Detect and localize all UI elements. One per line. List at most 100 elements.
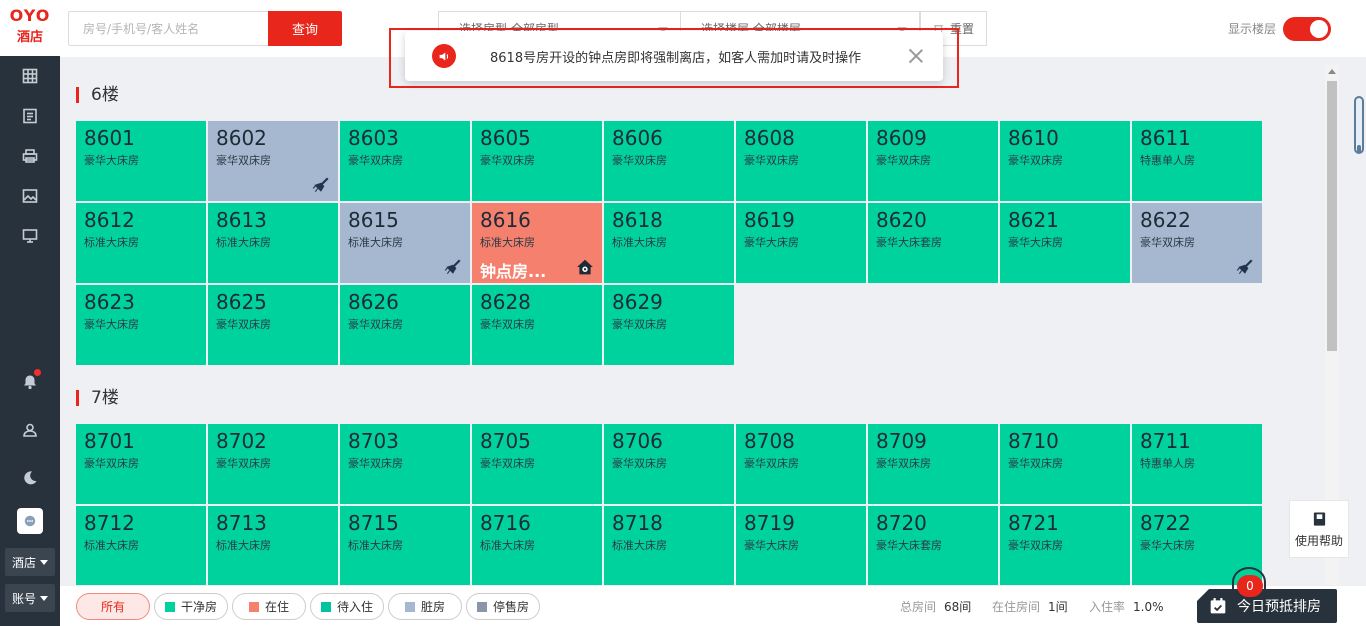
- account-menu[interactable]: 账号: [5, 584, 55, 612]
- total-rooms-stat: 总房间 68间: [900, 598, 971, 615]
- room-card-8619[interactable]: 8619 豪华大床房: [736, 203, 866, 283]
- room-card-8622[interactable]: 8622 豪华双床房: [1132, 203, 1262, 283]
- room-card-8716[interactable]: 8716 标准大床房: [472, 506, 602, 585]
- moon-icon[interactable]: [18, 468, 42, 488]
- room-card-8719[interactable]: 8719 豪华大床房: [736, 506, 866, 585]
- room-card-8713[interactable]: 8713 标准大床房: [208, 506, 338, 585]
- room-card-8610[interactable]: 8610 豪华双床房: [1000, 121, 1130, 201]
- room-type: 豪华双床房: [1008, 457, 1063, 470]
- room-card-8605[interactable]: 8605 豪华双床房: [472, 121, 602, 201]
- room-number: 8622: [1140, 208, 1191, 232]
- scroll-up-icon[interactable]: [1328, 69, 1336, 74]
- search-button[interactable]: 查询: [268, 11, 342, 46]
- room-card-8616[interactable]: 8616 标准大床房 钟点房...: [472, 203, 602, 283]
- room-card-8720[interactable]: 8720 豪华大床套房: [868, 506, 998, 585]
- room-number: 8613: [216, 208, 267, 232]
- out-of-service-swatch: [476, 601, 487, 612]
- image-icon[interactable]: [18, 186, 42, 206]
- room-type: 豪华大床房: [84, 318, 139, 331]
- room-card-8626[interactable]: 8626 豪华双床房: [340, 285, 470, 365]
- window-scroll-indicator[interactable]: [1354, 96, 1364, 154]
- room-card-8621[interactable]: 8621 豪华大床房: [1000, 203, 1130, 283]
- room-card-8623[interactable]: 8623 豪华大床房: [76, 285, 206, 365]
- monitor-icon[interactable]: [18, 226, 42, 246]
- room-type: 豪华双床房: [348, 457, 403, 470]
- todays-arrivals-button[interactable]: 今日预抵排房: [1197, 589, 1337, 623]
- room-card-8709[interactable]: 8709 豪华双床房: [868, 424, 998, 504]
- room-number: 8619: [744, 208, 795, 232]
- room-card-8612[interactable]: 8612 标准大床房: [76, 203, 206, 283]
- room-type: 豪华大床房: [1008, 236, 1063, 249]
- total-rooms-label: 总房间: [900, 600, 937, 614]
- room-number: 8626: [348, 290, 399, 314]
- room-number: 8621: [1008, 208, 1059, 232]
- show-floor-toggle[interactable]: [1283, 17, 1331, 41]
- room-card-8701[interactable]: 8701 豪华双床房: [76, 424, 206, 504]
- room-card-8602[interactable]: 8602 豪华双床房: [208, 121, 338, 201]
- room-card-8706[interactable]: 8706 豪华双床房: [604, 424, 734, 504]
- room-card-8608[interactable]: 8608 豪华双床房: [736, 121, 866, 201]
- room-card-8601[interactable]: 8601 豪华大床房: [76, 121, 206, 201]
- room-number: 8703: [348, 429, 399, 453]
- room-card-8628[interactable]: 8628 豪华双床房: [472, 285, 602, 365]
- logo[interactable]: OYO 酒店: [0, 0, 60, 56]
- grid-icon[interactable]: [18, 66, 42, 86]
- room-card-8615[interactable]: 8615 标准大床房: [340, 203, 470, 283]
- search-input[interactable]: [68, 11, 268, 46]
- room-card-8710[interactable]: 8710 豪华双床房: [1000, 424, 1130, 504]
- room-type: 豪华双床房: [1140, 236, 1195, 249]
- room-card-8708[interactable]: 8708 豪华双床房: [736, 424, 866, 504]
- logo-mark: OYO: [9, 6, 51, 25]
- filter-clean[interactable]: 干净房: [154, 593, 228, 620]
- chevron-down-icon: [40, 595, 48, 601]
- list-icon[interactable]: [18, 106, 42, 126]
- room-type: 豪华双床房: [84, 457, 139, 470]
- room-number: 8713: [216, 511, 267, 535]
- room-card-8603[interactable]: 8603 豪华双床房: [340, 121, 470, 201]
- todays-arrivals-label: 今日预抵排房: [1237, 599, 1321, 615]
- room-card-8625[interactable]: 8625 豪华双床房: [208, 285, 338, 365]
- room-card-8703[interactable]: 8703 豪华双床房: [340, 424, 470, 504]
- scrollbar-thumb[interactable]: [1327, 81, 1337, 351]
- room-number: 8615: [348, 208, 399, 232]
- room-type: 豪华双床房: [348, 318, 403, 331]
- room-board: 6楼 8601 豪华大床房 8602 豪华双床房 8603 豪华双床房 8605 豪华双床房 86…: [60, 57, 1325, 585]
- filter-occupied[interactable]: 在住: [232, 593, 306, 620]
- occupied-rooms-stat: 在住房间 1间: [992, 598, 1068, 615]
- occupied-rooms-value: 1间: [1048, 600, 1068, 614]
- user-icon[interactable]: [18, 420, 42, 440]
- room-type: 标准大床房: [216, 539, 271, 552]
- filter-out-of-service[interactable]: 停售房: [466, 593, 540, 620]
- room-type: 豪华大床房: [744, 539, 799, 552]
- room-card-8718[interactable]: 8718 标准大床房: [604, 506, 734, 585]
- help-button[interactable]: 使用帮助: [1289, 500, 1349, 558]
- room-card-8611[interactable]: 8611 特惠单人房: [1132, 121, 1262, 201]
- room-card-8609[interactable]: 8609 豪华双床房: [868, 121, 998, 201]
- logo-sub: 酒店: [16, 30, 43, 45]
- room-card-8620[interactable]: 8620 豪华大床套房: [868, 203, 998, 283]
- broom-icon: [1236, 259, 1253, 275]
- room-card-8618[interactable]: 8618 标准大床房: [604, 203, 734, 283]
- hotel-menu[interactable]: 酒店: [5, 548, 55, 576]
- room-card-8629[interactable]: 8629 豪华双床房: [604, 285, 734, 365]
- room-card-8606[interactable]: 8606 豪华双床房: [604, 121, 734, 201]
- floor-title: 6楼: [76, 87, 119, 104]
- room-type: 豪华双床房: [612, 457, 667, 470]
- room-card-8613[interactable]: 8613 标准大床房: [208, 203, 338, 283]
- room-card-8705[interactable]: 8705 豪华双床房: [472, 424, 602, 504]
- filter-all[interactable]: 所有: [76, 593, 150, 620]
- printer-icon[interactable]: [18, 146, 42, 166]
- room-type: 豪华双床房: [480, 457, 535, 470]
- filter-pending[interactable]: 待入住: [310, 593, 384, 620]
- room-card-8715[interactable]: 8715 标准大床房: [340, 506, 470, 585]
- room-card-8702[interactable]: 8702 豪华双床房: [208, 424, 338, 504]
- bell-icon[interactable]: [18, 369, 42, 392]
- room-type: 豪华双床房: [216, 154, 271, 167]
- room-card-8711[interactable]: 8711 特惠单人房: [1132, 424, 1262, 504]
- room-card-8712[interactable]: 8712 标准大床房: [76, 506, 206, 585]
- filter-dirty[interactable]: 脏房: [388, 593, 462, 620]
- notice-text: 8618号房开设的钟点房即将强制离店，如客人需加时请及时操作: [490, 50, 862, 66]
- room-card-8721[interactable]: 8721 豪华双床房: [1000, 506, 1130, 585]
- chat-icon[interactable]: [17, 508, 43, 534]
- close-icon[interactable]: [907, 47, 925, 65]
